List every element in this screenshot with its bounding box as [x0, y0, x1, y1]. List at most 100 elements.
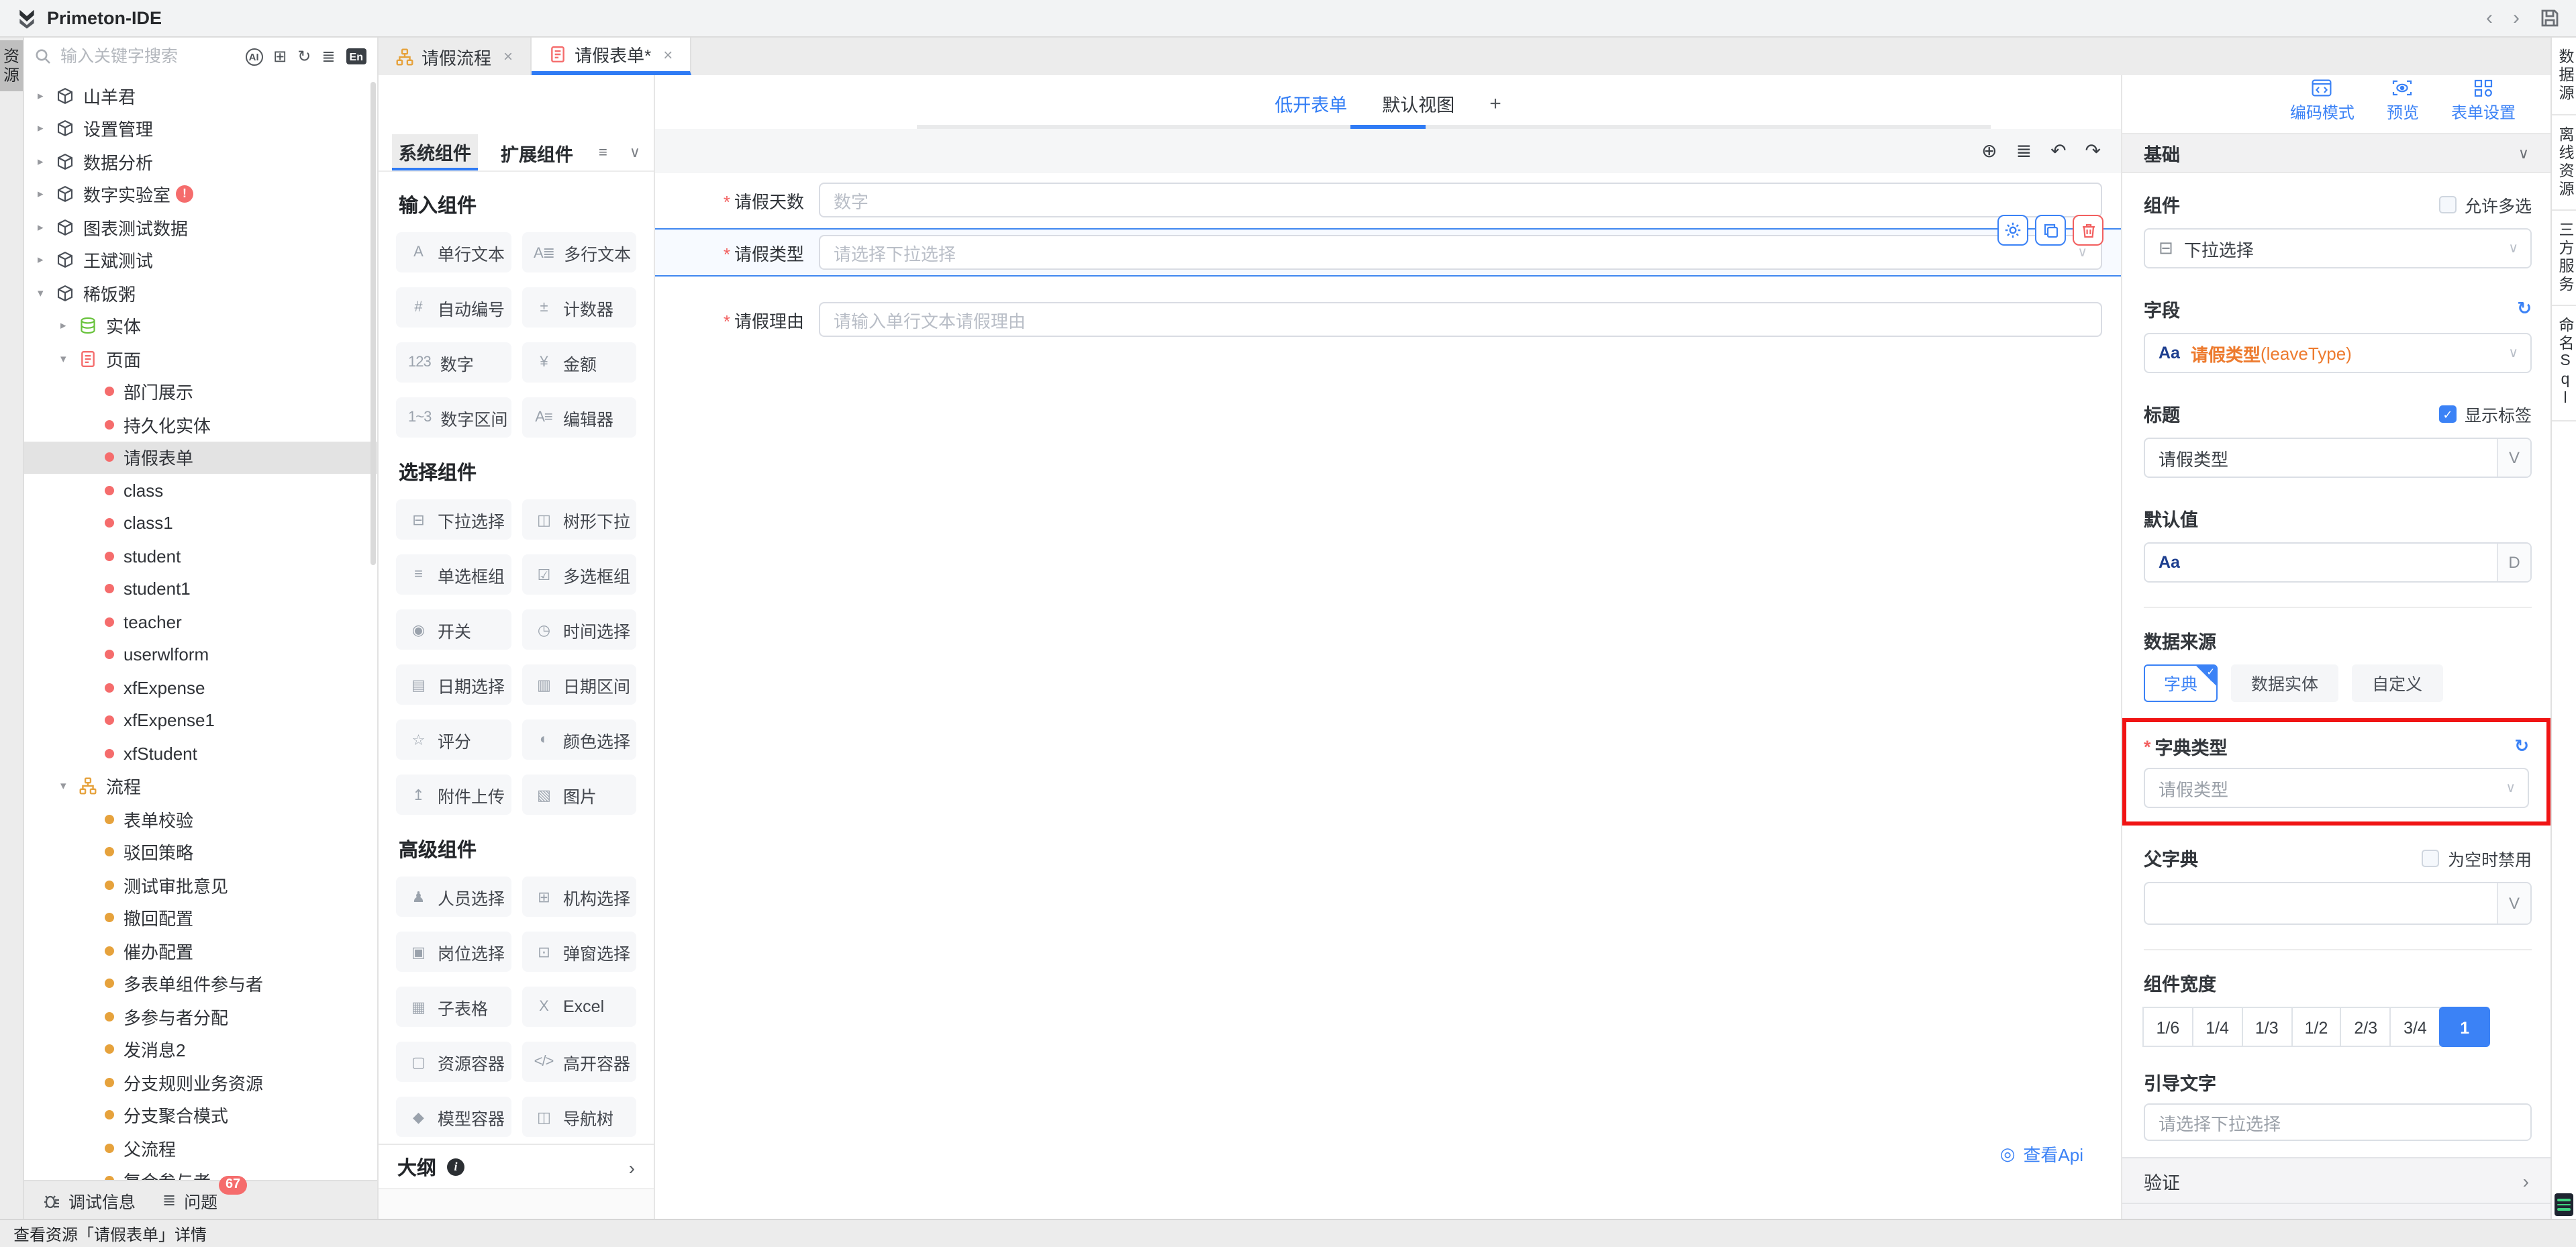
palette-item[interactable]: ◫导航树 [522, 1097, 636, 1137]
tree-item-label[interactable]: 稀饭粥 [83, 281, 136, 306]
tree-item[interactable]: ▾ 流程 [24, 770, 377, 803]
palette-item[interactable]: ±计数器 [522, 287, 636, 328]
tree-item[interactable]: 驳回策略 [24, 836, 377, 868]
tree-item-label[interactable]: 请假表单 [123, 445, 193, 470]
palette-item[interactable]: ◆模型容器 [396, 1097, 511, 1137]
palette-item-label[interactable]: 高开容器 [563, 1049, 630, 1075]
i18n-icon[interactable]: ⊕ [1981, 140, 1997, 162]
palette-item-label[interactable]: 评分 [438, 727, 471, 752]
ai-assistant-icon[interactable]: AI [245, 48, 262, 65]
tree-item[interactable]: userwlform [24, 638, 377, 671]
palette-item-label[interactable]: Excel [563, 997, 604, 1016]
tree-item[interactable]: ▸ 实体 [24, 309, 377, 342]
palette-item[interactable]: ⊞机构选择 [522, 877, 636, 917]
tree-item-label[interactable]: 测试审批意见 [123, 872, 228, 898]
palette-item[interactable]: ◉开关 [396, 609, 511, 650]
allow-multi-checkbox[interactable] [2439, 195, 2457, 213]
tree-item[interactable]: 复合参与者 [24, 1164, 377, 1180]
tree-item-label[interactable]: 多参与者分配 [123, 1004, 228, 1030]
add-module-icon[interactable]: ⊞ [273, 47, 287, 66]
disable-when-empty-checkbox[interactable] [2422, 849, 2440, 866]
width-option-button[interactable]: 1/3 [2241, 1007, 2292, 1047]
properties-header[interactable]: 基础 ∨ [2122, 133, 2550, 173]
tree-item[interactable]: ▸ 图表测试数据 [24, 211, 377, 244]
palette-item[interactable]: #自动编号 [396, 287, 511, 328]
tree-item[interactable]: ▾ 页面 [24, 342, 377, 375]
palette-item-label[interactable]: 模型容器 [438, 1104, 505, 1130]
nav-back-icon[interactable]: ‹ [2486, 8, 2493, 28]
field-input[interactable]: 数字 ∨ [819, 183, 2102, 217]
palette-item-label[interactable]: 多行文本 [564, 240, 631, 265]
document-tab-label[interactable]: 请假表单* [575, 42, 651, 67]
redo-icon[interactable]: ↷ [2085, 140, 2101, 162]
tree-item[interactable]: ▸ 王斌测试 [24, 244, 377, 277]
tree-caret-icon[interactable]: ▸ [38, 187, 56, 202]
palette-item[interactable]: XExcel [522, 987, 636, 1027]
outline-label[interactable]: 大纲 [397, 1153, 436, 1181]
tree-caret-icon[interactable]: ▸ [38, 154, 56, 169]
tree-caret-icon[interactable]: ▾ [60, 352, 79, 366]
palette-item[interactable]: A≣多行文本 [522, 232, 636, 272]
close-tab-icon[interactable]: × [663, 45, 673, 64]
tree-item[interactable]: 持久化实体 [24, 408, 377, 441]
tree-item-label[interactable]: 复合参与者 [123, 1168, 211, 1181]
tree-item-label[interactable]: xfExpense1 [123, 711, 215, 731]
title-input[interactable]: 请假类型 V [2144, 438, 2532, 478]
palette-item[interactable]: A≡编辑器 [522, 397, 636, 438]
palette-item[interactable]: ☑多选框组 [522, 554, 636, 595]
tree-item[interactable]: teacher [24, 605, 377, 638]
palette-item[interactable]: A单行文本 [396, 232, 511, 272]
right-rail-tab[interactable]: 数据源 [2552, 38, 2576, 115]
palette-item-label[interactable]: 单行文本 [438, 240, 505, 265]
variable-suffix-button[interactable]: V [2497, 439, 2530, 477]
palette-item-label[interactable]: 人员选择 [438, 884, 505, 909]
tree-caret-icon[interactable]: ▸ [38, 89, 56, 103]
tree-item-label[interactable]: class1 [123, 513, 173, 534]
palette-item[interactable]: ◫树形下拉 [522, 499, 636, 540]
form-field-row[interactable]: *请假类型 请选择下拉选择 ∨ [655, 228, 2121, 277]
palette-item-label[interactable]: 树形下拉 [563, 507, 630, 532]
field-settings-button[interactable] [1997, 215, 2028, 246]
tree-item[interactable]: 表单校验 [24, 803, 377, 836]
search-input[interactable] [58, 46, 204, 67]
palette-item[interactable]: ▢资源容器 [396, 1042, 511, 1082]
tree-item-label[interactable]: class [123, 481, 163, 501]
tree-item[interactable]: 催办配置 [24, 934, 377, 967]
outline-bar[interactable]: 大纲 i › [379, 1144, 654, 1189]
palette-item-label[interactable]: 资源容器 [438, 1049, 505, 1075]
mode-action-button[interactable]: 预览 [2387, 79, 2419, 133]
palette-collapse-icon[interactable]: ∨ [630, 134, 640, 170]
width-option-button[interactable]: 1/6 [2142, 1007, 2193, 1047]
view-api-link[interactable]: ◎ 查看Api [2000, 1141, 2083, 1166]
dict-type-select[interactable]: 请假类型 ∨ [2144, 768, 2529, 808]
tree-item[interactable]: 部门展示 [24, 375, 377, 408]
palette-item-label[interactable]: 编辑器 [563, 405, 613, 430]
tree-item-label[interactable]: 父流程 [123, 1136, 176, 1161]
palette-item-label[interactable]: 子表格 [438, 994, 488, 1019]
save-icon[interactable] [2540, 8, 2560, 28]
palette-item-label[interactable]: 单选框组 [438, 562, 505, 587]
tree-item-label[interactable]: student [123, 546, 181, 566]
palette-item-label[interactable]: 时间选择 [563, 617, 630, 642]
variable-suffix-button[interactable]: V [2497, 883, 2530, 924]
palette-item-label[interactable]: 数字区间 [440, 405, 507, 430]
palette-item[interactable]: ▤日期选择 [396, 664, 511, 705]
guide-text-input[interactable]: 请选择下拉选择 [2144, 1103, 2532, 1141]
tree-caret-icon[interactable]: ▸ [38, 220, 56, 235]
tree-scrollbar[interactable] [370, 82, 376, 565]
right-rail-tab[interactable]: 离线资源 [2552, 115, 2576, 210]
tree-item[interactable]: xfStudent [24, 737, 377, 770]
refresh-field-icon[interactable]: ↻ [2517, 298, 2532, 319]
tree-caret-icon[interactable]: ▸ [60, 319, 79, 334]
problems-button[interactable]: ≣ 问题 67 [162, 1187, 217, 1213]
palette-item[interactable]: ▧图片 [522, 775, 636, 815]
palette-item-label[interactable]: 图片 [563, 782, 597, 807]
palette-item-label[interactable]: 多选框组 [563, 562, 630, 587]
datasource-option-button[interactable]: 自定义 [2352, 664, 2442, 702]
collapse-all-icon[interactable]: ≣ [321, 47, 335, 66]
dynamic-suffix-button[interactable]: D [2497, 544, 2530, 581]
default-value-input[interactable]: Aa D [2144, 542, 2532, 583]
palette-item[interactable]: ◷时间选择 [522, 609, 636, 650]
tree-item-label[interactable]: 实体 [106, 313, 141, 339]
terminal-robot-icon[interactable] [2555, 1193, 2573, 1216]
